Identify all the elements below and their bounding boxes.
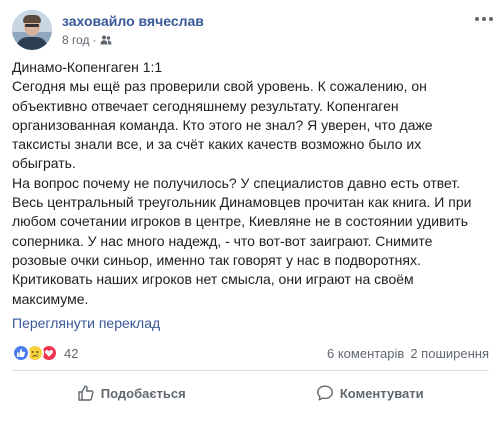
post-text-line: Критиковать наших игроков нет смысла, он… (12, 271, 414, 288)
comments-count-link[interactable]: 6 коментарів (327, 346, 404, 361)
shares-count-link[interactable]: 2 поширення (410, 346, 489, 361)
comment-button[interactable]: Коментувати (251, 375, 490, 411)
post-meta: заховайло вячеслав 8 год · (62, 10, 204, 50)
post-text-line: максимуме. (12, 290, 89, 307)
post-header: заховайло вячеслав 8 год · (12, 10, 204, 50)
post-text-line: Динамо-Копенгаген 1:1 (12, 59, 163, 75)
post-text-line: розовые очки синьор, именно так говорят … (12, 251, 421, 268)
post-text-line: любом сочетании игроков в центре, Киевля… (12, 213, 468, 230)
post-text-line: объективно отвечает сегодняшнему результ… (12, 97, 399, 114)
divider (12, 370, 489, 371)
reaction-icons (12, 344, 58, 362)
avatar[interactable] (12, 10, 52, 50)
post-card: заховайло вячеслав 8 год · Динамо-Копенг… (0, 0, 501, 421)
post-text-line: На вопрос почему не получилось? У специа… (12, 174, 461, 191)
see-translation-link[interactable]: Переглянути переклад (12, 314, 160, 332)
post-text-line: организованная команда. Кто этого не зна… (12, 116, 433, 133)
like-button-label: Подобається (100, 385, 186, 401)
more-icon (475, 17, 479, 21)
post-time[interactable]: 8 год (62, 32, 90, 48)
comment-button-label: Коментувати (339, 385, 424, 401)
comment-icon (316, 385, 333, 401)
reactions-summary[interactable]: 42 (12, 344, 78, 362)
reaction-count: 42 (64, 345, 79, 361)
post-text-line: соперника. У нас много надежд, - что вот… (12, 232, 433, 249)
friends-icon[interactable] (100, 34, 112, 46)
post-actions: Подобається Коментувати (12, 375, 489, 411)
post-text-line: Сегодня мы ещё раз проверили свой уровен… (12, 78, 427, 95)
author-name[interactable]: заховайло вячеслав (62, 12, 204, 30)
post-text: Динамо-Копенгаген 1:1 Сегодня мы ещё раз… (12, 58, 492, 309)
post-options-button[interactable] (474, 12, 494, 26)
post-text-line: обыграть. (12, 155, 76, 172)
reactions-bar: 42 6 коментарів 2 поширення (12, 343, 489, 363)
engagement-counts: 6 коментарів 2 поширення (327, 346, 489, 361)
thumbs-up-icon (78, 385, 94, 401)
like-button[interactable]: Подобається (12, 375, 251, 411)
post-text-line: Весь центральный треугольник Динамовцев … (12, 194, 472, 211)
post-subline: 8 год · (62, 32, 204, 48)
like-icon (12, 344, 30, 362)
post-text-line: таксисты знали все, и за счёт каких каче… (12, 136, 422, 153)
